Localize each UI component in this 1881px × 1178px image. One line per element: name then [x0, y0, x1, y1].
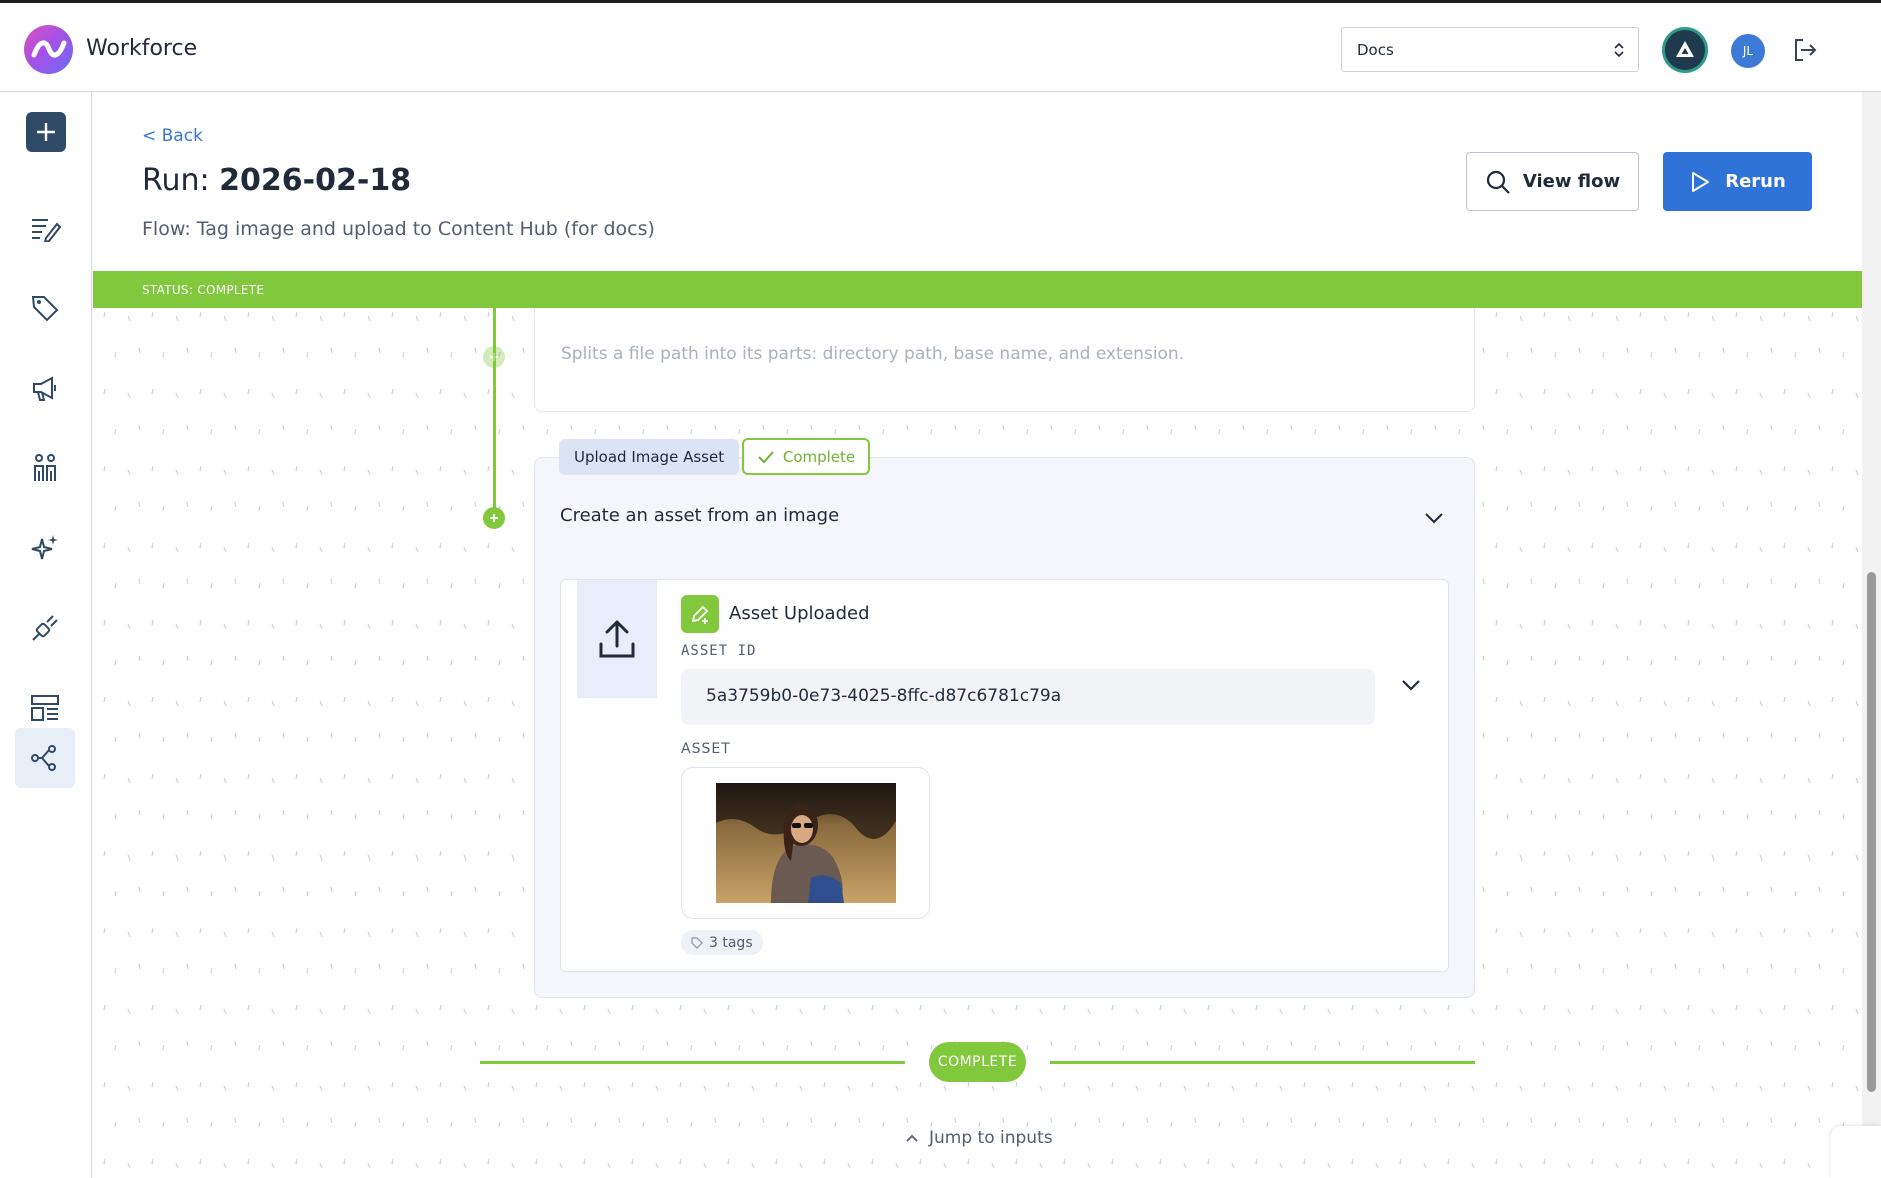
- upload-icon-panel: [577, 580, 657, 698]
- page-title: Run: 2026-02-18: [142, 163, 411, 198]
- sidebar-item-campaigns[interactable]: [15, 358, 75, 418]
- people-icon: [34, 454, 56, 481]
- asset-tags-pill[interactable]: 3 tags: [681, 930, 763, 955]
- upload-icon: [599, 620, 635, 658]
- tag-icon: [31, 296, 59, 322]
- timeline-node-icon[interactable]: [483, 346, 505, 368]
- layout-icon: [31, 695, 59, 721]
- asset-id-field[interactable]: 5a3759b0-0e73-4025-8ffc-d87c6781c79a: [681, 669, 1375, 725]
- asset-id-value: 5a3759b0-0e73-4025-8ffc-d87c6781c79a: [706, 686, 1062, 706]
- megaphone-icon: [33, 376, 56, 401]
- step-name-tag: Upload Image Asset: [559, 439, 740, 475]
- pencil-plus-icon: [691, 605, 709, 624]
- tag-icon: [691, 936, 703, 949]
- search-icon: [1486, 170, 1510, 194]
- asset-id-label: ASSET ID: [681, 643, 757, 659]
- page-title-value: 2026-02-18: [219, 163, 412, 198]
- end-divider-left: [480, 1061, 905, 1064]
- asset-label: ASSET: [681, 741, 731, 757]
- sidebar-item-flows[interactable]: [15, 728, 75, 788]
- check-icon: [758, 450, 774, 463]
- timeline-connector: [493, 308, 496, 518]
- sparkles-icon: [31, 535, 58, 560]
- sidebar-item-tags[interactable]: [15, 278, 75, 338]
- sidebar: [0, 92, 92, 1178]
- plus-icon: [37, 123, 55, 141]
- asset-uploaded-title: Asset Uploaded: [729, 603, 870, 624]
- chevron-updown-icon: [1614, 42, 1624, 58]
- sidebar-item-ai[interactable]: [15, 518, 75, 578]
- page-scrollbar[interactable]: [1862, 92, 1881, 1178]
- plug-icon: [32, 615, 58, 641]
- edit-list-icon: [32, 219, 61, 242]
- sidebar-item-content[interactable]: [15, 198, 75, 258]
- rerun-button[interactable]: Rerun: [1663, 152, 1812, 211]
- space-select-value: Docs: [1357, 41, 1394, 59]
- rerun-label: Rerun: [1725, 171, 1786, 192]
- flow-icon: [31, 745, 56, 771]
- chevron-up-icon: [906, 1134, 918, 1142]
- step-status-label: Complete: [782, 447, 856, 466]
- sidebar-add-button[interactable]: [26, 112, 66, 152]
- timeline-node-icon[interactable]: [483, 507, 505, 529]
- page-title-prefix: Run:: [142, 163, 220, 198]
- asset-thumbnail-image: [716, 783, 896, 903]
- end-divider-right: [1050, 1061, 1475, 1064]
- user-avatar[interactable]: JL: [1731, 34, 1765, 68]
- asset-tags-count: 3 tags: [709, 934, 753, 951]
- flow-complete-badge: COMPLETE: [929, 1042, 1026, 1082]
- back-link[interactable]: < Back: [142, 126, 203, 146]
- previous-step-card: Splits a file path into its parts: direc…: [534, 308, 1475, 412]
- step-description: Create an asset from an image: [560, 505, 840, 526]
- view-flow-button[interactable]: View flow: [1466, 152, 1639, 211]
- logout-icon[interactable]: [1791, 36, 1819, 64]
- jump-to-inputs-label: Jump to inputs: [929, 1128, 1053, 1148]
- play-icon: [1692, 171, 1710, 192]
- workforce-logo-icon[interactable]: [24, 25, 73, 74]
- chevron-down-icon[interactable]: [1399, 673, 1423, 697]
- status-bar: STATUS: COMPLETE: [93, 271, 1862, 308]
- view-flow-label: View flow: [1522, 171, 1621, 192]
- jump-to-inputs-link[interactable]: Jump to inputs: [905, 1128, 1053, 1148]
- flow-subtitle: Flow: Tag image and upload to Content Hu…: [142, 218, 655, 240]
- corner-widget[interactable]: [1831, 1126, 1881, 1178]
- sidebar-item-integrations[interactable]: [15, 598, 75, 658]
- previous-step-description: Splits a file path into its parts: direc…: [561, 344, 1185, 364]
- step-status-tag: Complete: [742, 438, 870, 475]
- app-title: Workforce: [86, 36, 198, 61]
- chevron-down-icon[interactable]: [1423, 507, 1445, 529]
- top-bar: Workforce Docs JL: [0, 0, 1881, 92]
- sidebar-item-people[interactable]: [15, 438, 75, 498]
- status-text: STATUS: COMPLETE: [142, 283, 265, 297]
- org-icon[interactable]: [1662, 27, 1708, 73]
- scrollbar-thumb[interactable]: [1867, 572, 1876, 1092]
- space-select[interactable]: Docs: [1341, 27, 1639, 72]
- asset-edit-badge: [681, 595, 719, 633]
- asset-thumbnail-card[interactable]: [681, 767, 930, 919]
